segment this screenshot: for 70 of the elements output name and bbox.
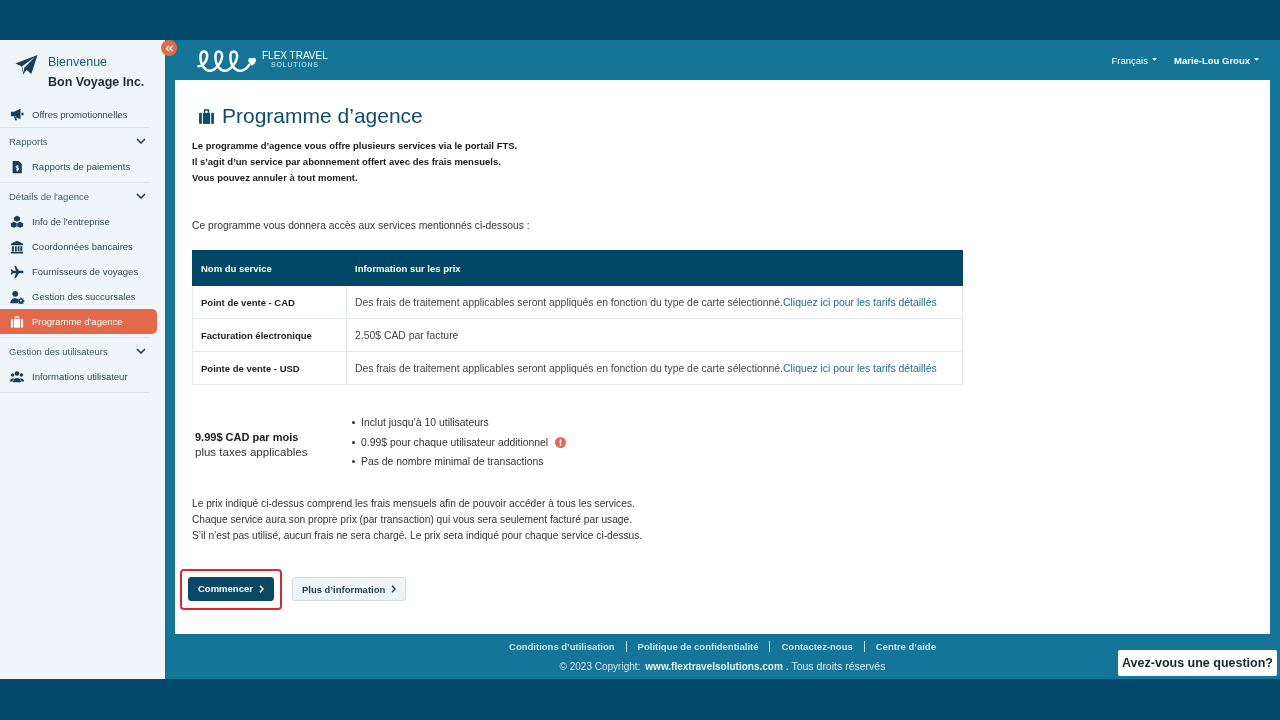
language-dropdown[interactable]: Français: [1111, 54, 1157, 66]
info-icon[interactable]: [555, 436, 567, 448]
suitcase-icon: [9, 314, 25, 329]
bullet-icon: [352, 421, 355, 425]
airplane-icon: [9, 264, 25, 279]
website-link[interactable]: www.flextravelsolutions.com: [645, 661, 783, 672]
sidebar-item[interactable]: Offres promotionnelles: [0, 101, 157, 127]
table-cell: Point de vente - CAD: [192, 285, 347, 319]
sidebar-item[interactable]: Coordonnées bancaires: [0, 234, 157, 259]
footer-link[interactable]: Centre d’aide: [863, 640, 947, 652]
brand-name: FLEX TRAVEL: [262, 49, 328, 61]
services-lead-text: Ce programme vous donnera accès aux services mentionnés ci-dessous :: [192, 219, 531, 233]
table-cell: Des frais de traitement applicables seront appliqués en fonction du type de carte sélectionné.Cliquez ici pour les tarifs détaillés: [346, 351, 963, 385]
section-label: Rapports: [9, 135, 48, 147]
bullet-icon: [352, 440, 355, 444]
caret-down-icon: [1254, 57, 1259, 61]
rates-link[interactable]: Cliquez ici pour les tarifs détaillés: [783, 362, 937, 374]
sidebar-item[interactable]: Gestion des succursales: [0, 284, 157, 309]
price-note: plus taxes applicables: [195, 445, 309, 461]
feature-text: Pas de nombre minimal de transactions: [361, 456, 544, 468]
double-chevron-left-icon: [164, 44, 174, 52]
collapse-sidebar-button[interactable]: [161, 40, 177, 56]
sidebar-section-header[interactable]: Détails de l'agence: [0, 183, 150, 209]
bullet-icon: [352, 460, 355, 464]
intro-text: Vous pouvez annuler à tout moment.: [192, 171, 359, 185]
sidebar-section-header[interactable]: Rapports: [0, 128, 150, 154]
footer-link[interactable]: Contactez-nous: [769, 640, 864, 652]
table-cell: 2.50$ CAD par facture: [346, 318, 963, 352]
megaphone-icon: [9, 107, 25, 121]
cubes-icon: [9, 214, 25, 229]
company-name: Bon Voyage Inc.: [48, 74, 145, 91]
table-cell: Pointe de vente - USD: [192, 351, 347, 385]
notes-text: S’il n’est pas utilisé, aucun frais ne sera chargé. Le prix sera indiqué pour chaque service ci-dessus.: [192, 528, 644, 543]
rights-text: . Tous droits réservés: [785, 660, 886, 672]
sidebar-section-header[interactable]: Gestion des utilisateurs: [0, 338, 150, 364]
sidebar-item[interactable]: Fournisseurs de voyages: [0, 259, 157, 284]
start-button[interactable]: Commencer: [188, 576, 274, 601]
chevron-right-icon: [258, 584, 264, 593]
intro-text: Il s’agit d’un service par abonnement offert avec des frais mensuels.: [192, 155, 502, 169]
sidebar-item[interactable]: Info de l'entreprise: [0, 209, 157, 234]
more-info-button[interactable]: Plus d’information: [291, 577, 407, 601]
sidebar-item[interactable]: Rapports de paiements: [0, 154, 157, 179]
section-label: Détails de l'agence: [9, 190, 89, 202]
table-cell: Facturation électronique: [192, 318, 347, 352]
user-gear-icon: [9, 289, 25, 304]
chevron-right-icon: [391, 585, 397, 593]
paper-plane-icon: [15, 54, 38, 76]
suitcase-icon: [198, 107, 215, 125]
section-label: Gestion des utilisateurs: [9, 345, 108, 357]
table-cell: Des frais de traitement applicables seront appliqués en fonction du type de carte sélectionné.Cliquez ici pour les tarifs détaillés: [346, 285, 963, 319]
notes-text: Chaque service aura son propre prix (par transaction) qui vous sera seulement facturé par usage.: [192, 512, 633, 527]
footer-link[interactable]: Conditions d’utilisation: [498, 640, 626, 652]
footer-link[interactable]: Politique de confidentialité: [625, 640, 770, 652]
rates-link[interactable]: Cliquez ici pour les tarifs détaillés: [783, 296, 937, 308]
column-header: Information sur les prix: [346, 250, 963, 286]
caret-down-icon: [1152, 57, 1157, 61]
help-button[interactable]: Avez-vous une question?: [1118, 650, 1277, 676]
users-icon: [9, 369, 25, 384]
notes-text: Le prix indiqué ci-dessus comprend les frais mensuels afin de pouvoir accéder à tous les services.: [192, 496, 636, 511]
bank-icon: [9, 239, 25, 254]
intro-text: Le programme d’agence vous offre plusieurs services via le portail FTS.: [192, 139, 519, 153]
greeting-text: Bienvenue: [48, 54, 109, 71]
sidebar-item[interactable]: Informations utilisateur: [0, 364, 157, 389]
feature-text: Inclut jusqu’à 10 utilisateurs: [361, 417, 489, 429]
column-header: Nom du service: [192, 250, 347, 286]
price-amount: 9.99$ CAD par mois: [195, 430, 300, 446]
page-title: Programme d’agence: [222, 104, 423, 128]
copyright-text: © 2023 Copyright:: [559, 661, 641, 672]
feature-text: 0.99$ pour chaque utilisateur additionnel: [361, 436, 549, 448]
user-menu[interactable]: Marie-Lou Groux: [1174, 54, 1259, 66]
